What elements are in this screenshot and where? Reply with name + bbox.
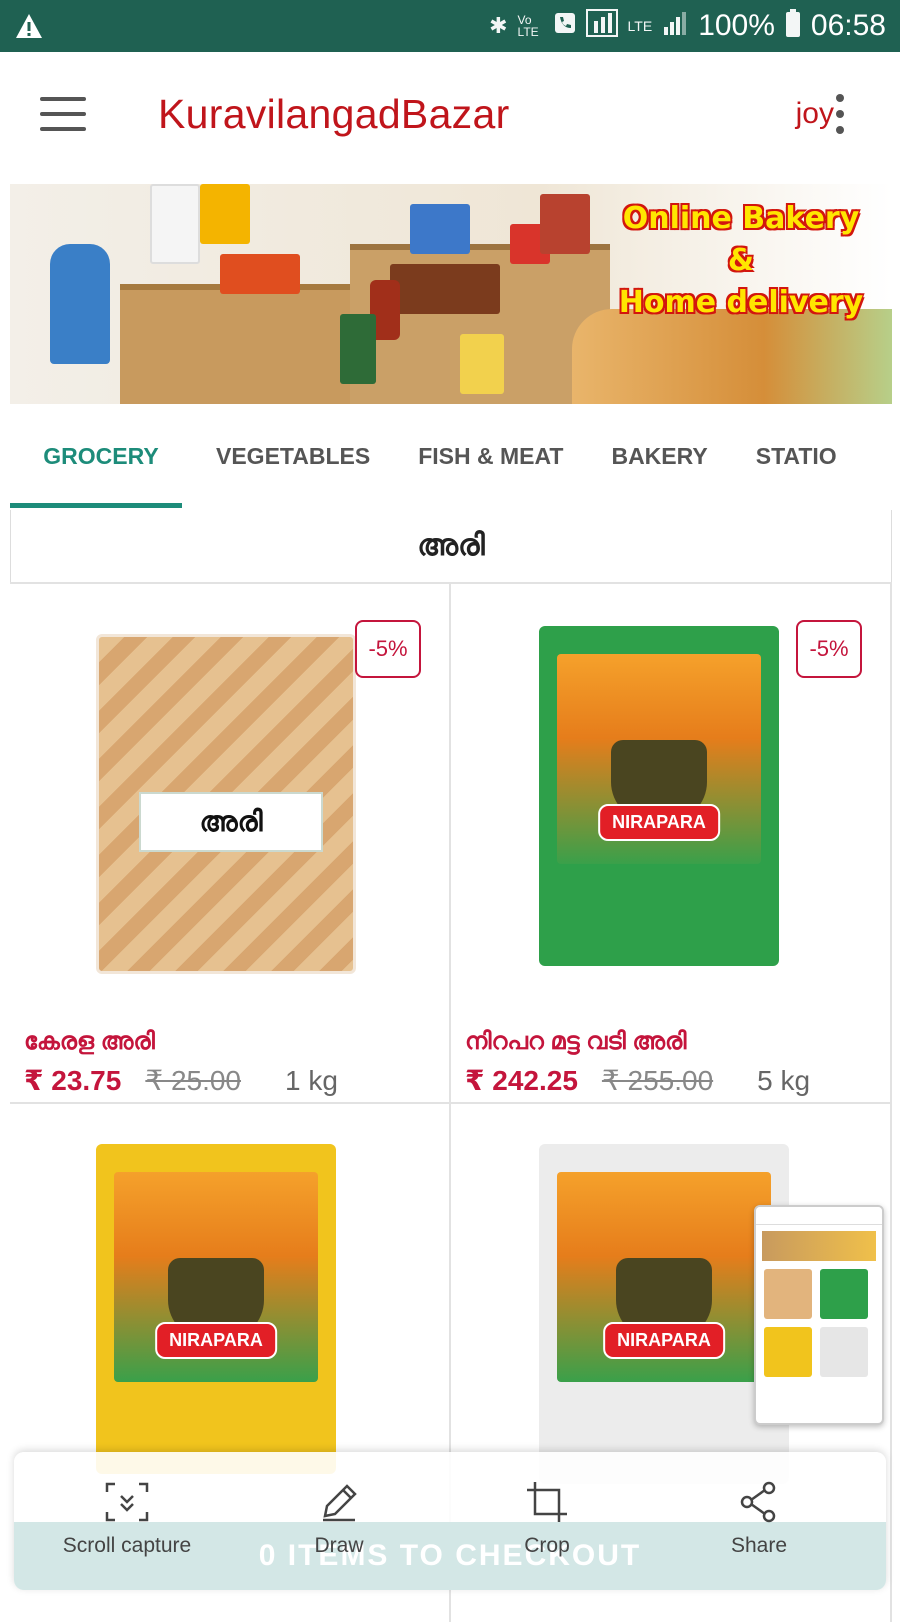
product-unit: 1 kg [285, 1065, 338, 1096]
banner-text: Online Bakery & Home delivery [616, 198, 866, 324]
product-mrp: ₹ 25.00 [145, 1065, 242, 1096]
product-card[interactable]: അരി -5% കേരള അരി ₹ 23.75 ₹ 25.00 1 kg [10, 582, 451, 1102]
pencil-icon [254, 1478, 424, 1526]
tab-grocery[interactable]: GROCERY [10, 404, 192, 508]
discount-badge: -5% [355, 620, 421, 678]
scroll-capture-button[interactable]: Scroll capture [42, 1478, 212, 1558]
share-label: Share [730, 1534, 788, 1557]
app-title: KuravilangadBazar [158, 90, 510, 137]
product-image [390, 264, 500, 314]
product-card[interactable]: NIRAPARA -5% നിറപറ മട്ട വടി അരി ₹ 242.25… [451, 582, 892, 1102]
battery-percent: 100% [698, 9, 775, 42]
bag-label-artwork: NIRAPARA [557, 654, 761, 864]
thumbnail-appbar [756, 1207, 882, 1225]
rice-bag-image: NIRAPARA [96, 1144, 336, 1474]
product-image [340, 314, 376, 384]
user-name-link[interactable]: joy [796, 97, 834, 131]
tab-fish-meat[interactable]: FISH & MEAT [394, 404, 587, 508]
product-price: ₹ 242.25 [465, 1065, 578, 1096]
brand-logo: NIRAPARA [598, 804, 720, 841]
product-image [200, 184, 250, 244]
product-name: കേരള അരി [24, 1028, 155, 1055]
tab-stationery[interactable]: STATIO [732, 404, 861, 508]
banner-line: Online Bakery [622, 201, 860, 236]
bag-label-artwork: NIRAPARA [114, 1172, 318, 1382]
screenshot-icon [585, 9, 618, 43]
signal-icon [662, 11, 688, 41]
app-bar: KuravilangadBazar joy [0, 52, 900, 176]
product-image [220, 254, 300, 294]
screenshot-toolbar: 0 ITEMS TO CHECKOUT Scroll capture Draw … [14, 1452, 886, 1590]
product-image [460, 334, 504, 394]
more-vert-icon[interactable] [834, 94, 846, 134]
clock: 06:58 [810, 9, 886, 42]
product-name: നിറപറ മട്ട വടി അരി [465, 1028, 687, 1055]
product-image [50, 244, 110, 364]
crop-label: Crop [524, 1534, 570, 1557]
draw-button[interactable]: Draw [254, 1478, 424, 1558]
tab-bakery[interactable]: BAKERY [587, 404, 731, 508]
battery-icon [785, 9, 801, 43]
thumbnail-banner [762, 1231, 876, 1261]
hamburger-menu-icon[interactable] [40, 97, 86, 131]
call-icon [554, 12, 576, 40]
bag-label-artwork: NIRAPARA [557, 1172, 771, 1382]
thumbnail-row [764, 1327, 874, 1377]
price-row: ₹ 23.75 ₹ 25.00 1 kg [24, 1064, 338, 1097]
thumbnail-product [820, 1327, 868, 1377]
rice-bag-image: അരി [96, 634, 356, 974]
product-image [410, 204, 470, 254]
product-grid: അരി -5% കേരള അരി ₹ 23.75 ₹ 25.00 1 kg NI… [10, 582, 892, 1622]
share-button[interactable]: Share [674, 1478, 844, 1558]
status-bar: ✱ Vo LTE LTE 100% 06:58 [0, 0, 900, 52]
scroll-capture-icon [42, 1478, 212, 1526]
lte-icon: LTE [627, 18, 653, 34]
scroll-capture-label: Scroll capture [62, 1534, 192, 1557]
banner-line: & [727, 243, 755, 278]
warning-icon [14, 11, 44, 41]
tab-vegetables[interactable]: VEGETABLES [192, 404, 394, 508]
crop-button[interactable]: Crop [462, 1478, 632, 1558]
brand-logo: NIRAPARA [155, 1322, 277, 1359]
category-tabs: GROCERY VEGETABLES FISH & MEAT BAKERY ST… [0, 404, 900, 508]
product-image [540, 194, 590, 254]
rice-bag-image: NIRAPARA [539, 1144, 789, 1484]
thumbnail-row [764, 1269, 874, 1319]
crop-icon [462, 1478, 632, 1526]
brand-logo: NIRAPARA [603, 1322, 725, 1359]
discount-badge: -5% [796, 620, 862, 678]
product-price: ₹ 23.75 [24, 1065, 122, 1096]
thumbnail-product [764, 1269, 812, 1319]
product-unit: 5 kg [757, 1065, 811, 1096]
thumbnail-product [820, 1269, 868, 1319]
grocery-box-image [120, 284, 370, 404]
bluetooth-icon: ✱ [489, 13, 508, 38]
product-mrp: ₹ 255.00 [601, 1065, 714, 1096]
promo-banner[interactable]: Online Bakery & Home delivery [10, 184, 892, 404]
section-title: അരി [10, 510, 892, 582]
product-image [150, 184, 200, 264]
volte-icon: Vo LTE [517, 13, 539, 39]
screenshot-preview-thumbnail[interactable] [754, 1205, 884, 1425]
thumbnail-product [764, 1327, 812, 1377]
share-icon [674, 1478, 844, 1526]
draw-label: Draw [314, 1534, 364, 1557]
banner-line: Home delivery [618, 285, 864, 320]
tab-indicator [10, 503, 182, 508]
rice-bag-image: NIRAPARA [539, 626, 779, 966]
price-row: ₹ 242.25 ₹ 255.00 5 kg [465, 1064, 810, 1097]
product-image-label: അരി [139, 792, 323, 852]
